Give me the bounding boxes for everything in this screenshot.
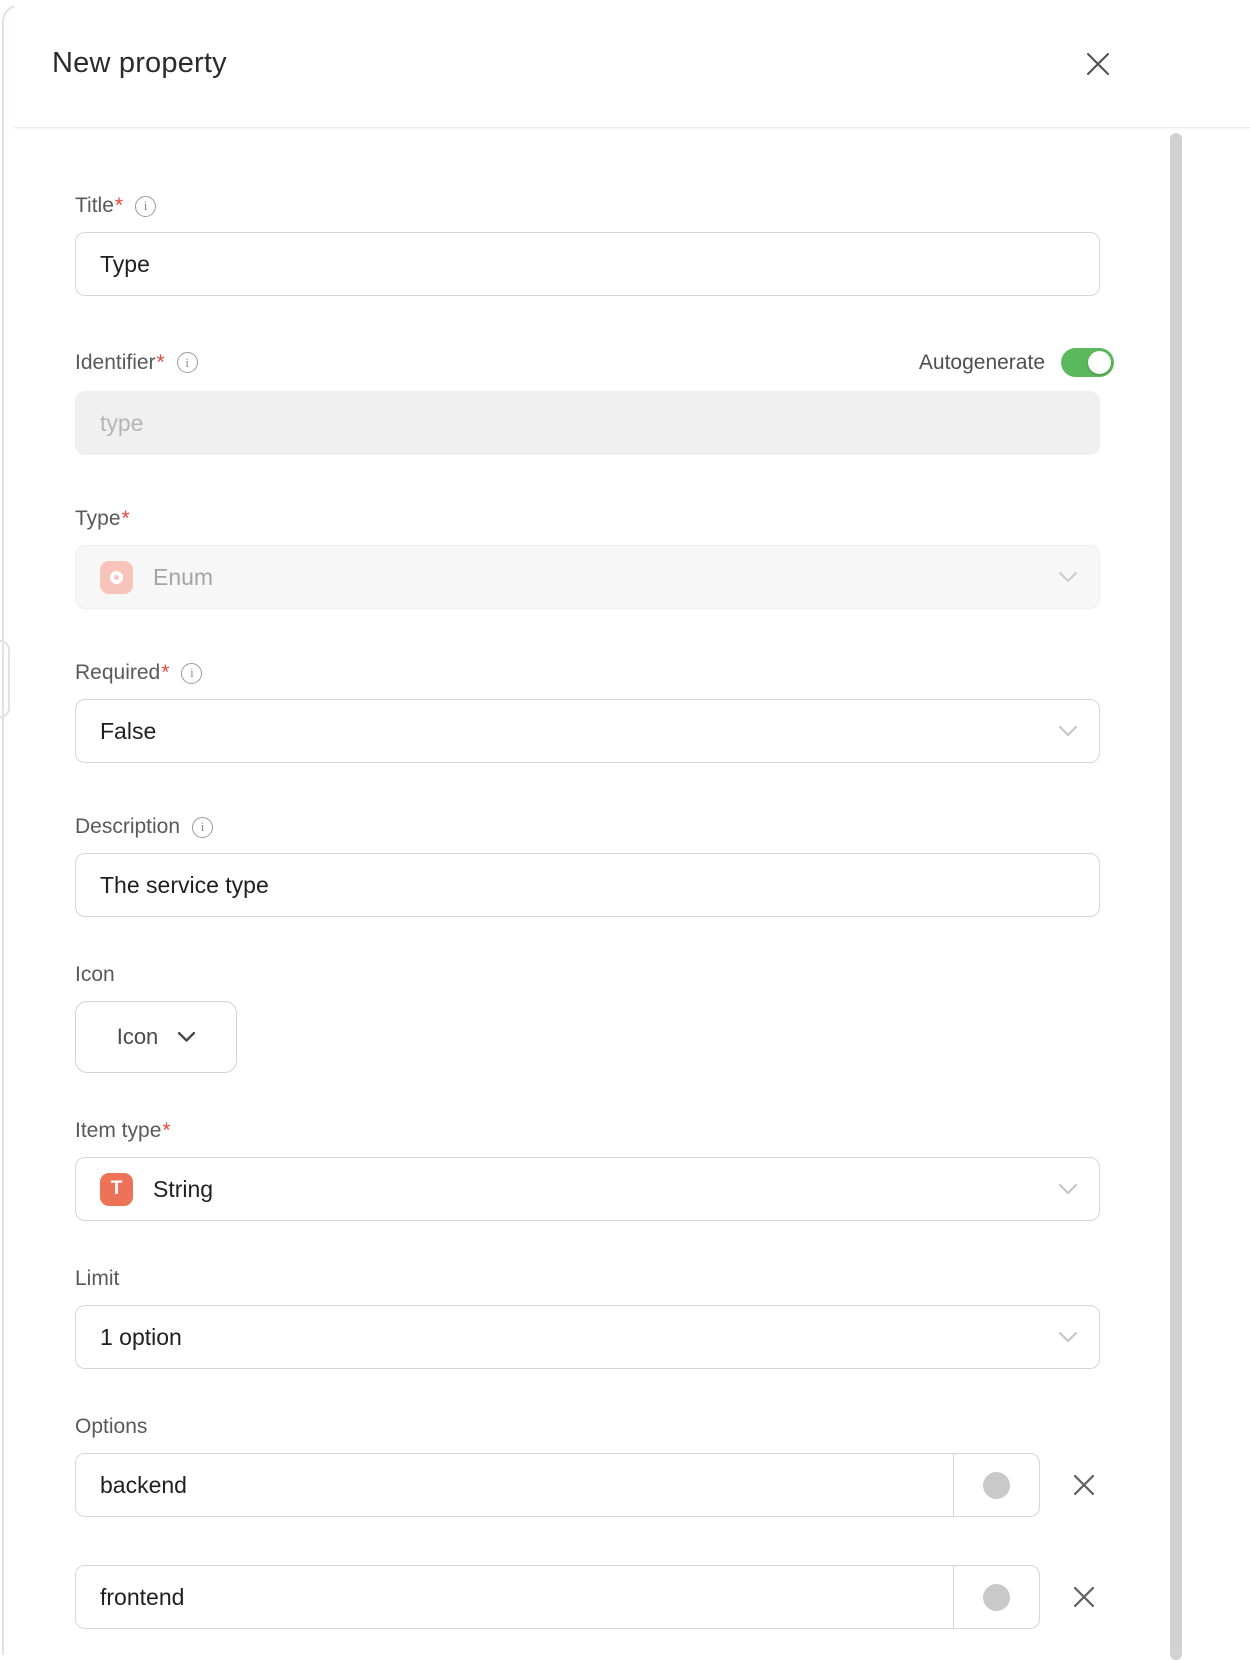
info-icon[interactable]: i (135, 196, 156, 217)
color-swatch-icon (983, 1472, 1010, 1499)
autogenerate-toggle[interactable] (1061, 348, 1114, 377)
option-box (75, 1565, 1040, 1629)
required-asterisk: * (122, 507, 130, 530)
option-row (75, 1565, 1114, 1629)
remove-option-button[interactable] (1067, 1468, 1101, 1502)
x-icon (1072, 1473, 1096, 1497)
type-label: Type* (75, 507, 130, 531)
chevron-down-icon (1059, 1184, 1077, 1194)
chevron-down-icon (1059, 572, 1077, 582)
info-icon[interactable]: i (181, 663, 202, 684)
scrollbar-thumb[interactable] (1170, 133, 1182, 1660)
required-select[interactable]: False (75, 699, 1100, 763)
info-icon[interactable]: i (177, 352, 198, 373)
option-color-picker[interactable] (953, 1566, 1039, 1628)
backdrop-fragment (0, 640, 10, 718)
chevron-down-icon (1059, 1332, 1077, 1342)
close-icon (1085, 51, 1111, 77)
field-icon: Icon Icon (75, 963, 1114, 1073)
type-value: Enum (153, 564, 213, 591)
field-limit: Limit 1 option (75, 1267, 1114, 1369)
option-input[interactable] (76, 1566, 953, 1628)
string-type-icon: T (100, 1173, 133, 1206)
close-button[interactable] (1081, 47, 1115, 81)
option-input[interactable] (76, 1454, 953, 1516)
chevron-down-icon (178, 1032, 195, 1042)
field-identifier: Identifier* i Autogenerate (75, 348, 1114, 455)
item-type-value: String (153, 1176, 213, 1203)
type-select: Enum (75, 545, 1100, 609)
option-row (75, 1453, 1114, 1517)
limit-value: 1 option (100, 1324, 182, 1351)
modal-title: New property (52, 47, 227, 80)
modal-header: New property (14, 0, 1250, 128)
title-input[interactable] (75, 232, 1100, 296)
required-asterisk: * (162, 1119, 170, 1142)
options-label: Options (75, 1415, 147, 1439)
field-item-type: Item type* T String (75, 1119, 1114, 1221)
identifier-input (75, 391, 1100, 455)
info-icon[interactable]: i (192, 817, 213, 838)
icon-dropdown-label: Icon (117, 1024, 159, 1050)
autogenerate-label: Autogenerate (919, 351, 1045, 375)
modal-body: Title* i Identifier* i Autogenerate (14, 194, 1250, 1629)
enum-icon (100, 561, 133, 594)
icon-dropdown-button[interactable]: Icon (75, 1001, 237, 1073)
identifier-label: Identifier* (75, 351, 165, 375)
field-type: Type* Enum (75, 507, 1114, 609)
description-input[interactable] (75, 853, 1100, 917)
required-label: Required* (75, 661, 169, 685)
required-asterisk: * (157, 351, 165, 374)
icon-label: Icon (75, 963, 115, 987)
required-asterisk: * (161, 661, 169, 684)
remove-option-button[interactable] (1067, 1580, 1101, 1614)
color-swatch-icon (983, 1584, 1010, 1611)
toggle-knob (1088, 351, 1111, 374)
option-box (75, 1453, 1040, 1517)
x-icon (1072, 1585, 1096, 1609)
field-description: Description i (75, 815, 1114, 917)
item-type-label: Item type* (75, 1119, 171, 1143)
limit-label: Limit (75, 1267, 119, 1291)
field-required: Required* i False (75, 661, 1114, 763)
field-title: Title* i (75, 194, 1114, 296)
item-type-select[interactable]: T String (75, 1157, 1100, 1221)
field-options: Options (75, 1415, 1114, 1629)
title-label: Title* (75, 194, 123, 218)
description-label: Description (75, 815, 180, 839)
required-asterisk: * (115, 194, 123, 217)
chevron-down-icon (1059, 726, 1077, 736)
limit-select[interactable]: 1 option (75, 1305, 1100, 1369)
new-property-modal: New property Title* i Identifier* i (14, 0, 1250, 1660)
option-color-picker[interactable] (953, 1454, 1039, 1516)
required-value: False (100, 718, 156, 745)
